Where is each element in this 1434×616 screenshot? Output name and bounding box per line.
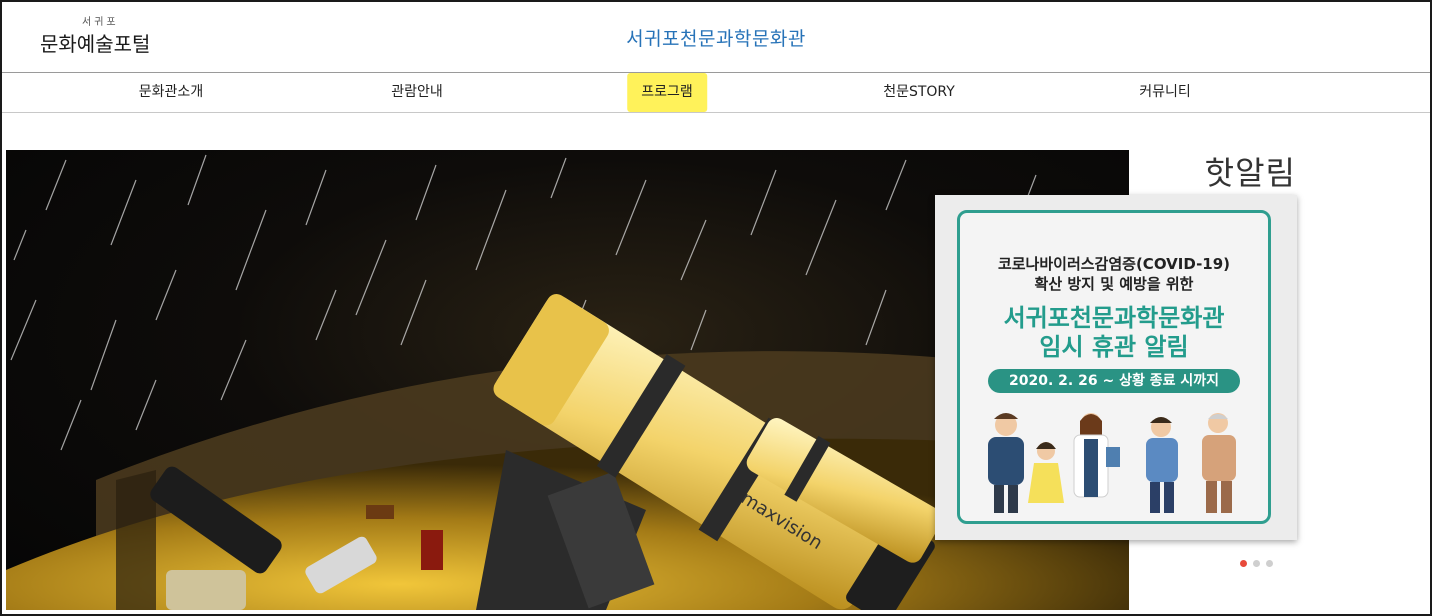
site-title[interactable]: 서귀포천문과학문화관 — [2, 24, 1430, 51]
nav-item-astronomy-story[interactable]: 천문STORY — [883, 73, 955, 112]
notice-line-prevention: 확산 방지 및 예방을 위한 — [1034, 275, 1194, 293]
people-illustration — [988, 413, 1236, 513]
browser-frame: 서귀포 문화예술포털 서귀포천문과학문화관 문화관소개 관람안내 프로그램 천문… — [0, 0, 1432, 616]
nav-item-about[interactable]: 문화관소개 — [139, 73, 203, 112]
notice-headline-closure: 임시 휴관 알림 — [1039, 333, 1189, 361]
pager-dot-3[interactable] — [1266, 560, 1273, 567]
notice-popup-card: 코로나바이러스감염증(COVID-19) 확산 방지 및 예방을 위한 서귀포천… — [957, 210, 1271, 524]
notice-pager — [1240, 552, 1279, 571]
nav-item-visit-info[interactable]: 관람안내 — [391, 73, 443, 112]
notice-line-covid: 코로나바이러스감염증(COVID-19) — [997, 255, 1231, 273]
nav-item-community[interactable]: 커뮤니티 — [1139, 73, 1191, 112]
notice-period-badge: 2020. 2. 26 ~ 상황 종료 시까지 — [988, 369, 1240, 393]
pager-dot-2[interactable] — [1253, 560, 1260, 567]
hot-notice-title: 핫알림 — [1204, 154, 1296, 192]
pager-dot-1[interactable] — [1240, 560, 1247, 567]
main-nav: 문화관소개 관람안내 프로그램 천문STORY 커뮤니티 — [2, 72, 1430, 113]
notice-popup-banner[interactable]: 코로나바이러스감염증(COVID-19) 확산 방지 및 예방을 위한 서귀포천… — [935, 195, 1297, 540]
site-header: 서귀포 문화예술포털 서귀포천문과학문화관 — [2, 2, 1430, 72]
nav-item-program[interactable]: 프로그램 — [627, 73, 707, 112]
